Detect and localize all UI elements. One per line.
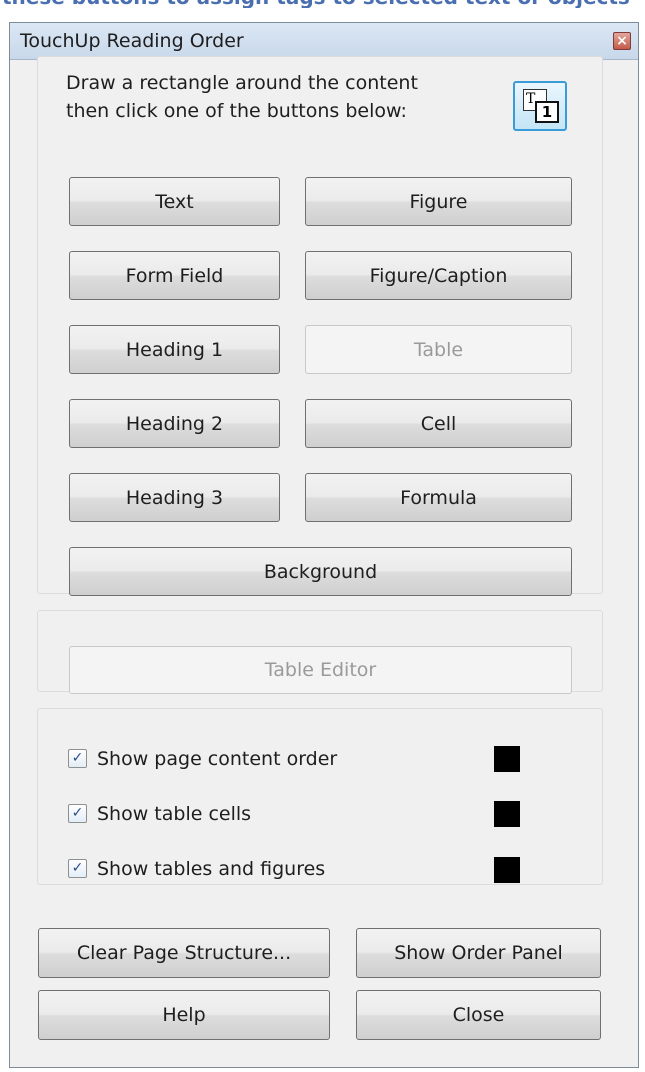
checkbox-show-table-cells[interactable]: ✓ [68,804,87,823]
tag-1-glyph: 1 [535,101,559,123]
figure-caption-button[interactable]: Figure/Caption [305,251,572,300]
heading-3-button[interactable]: Heading 3 [69,473,280,522]
heading-1-button[interactable]: Heading 1 [69,325,280,374]
show-order-panel-button[interactable]: Show Order Panel [356,928,601,978]
option-label: Show tables and figures [97,858,326,880]
title-bar[interactable]: TouchUp Reading Order × [10,23,638,60]
instructions-text: Draw a rectangle around the content then… [66,69,418,125]
table-cells-color-swatch[interactable] [494,801,520,827]
tables-and-figures-color-swatch[interactable] [494,857,520,883]
help-button[interactable]: Help [38,990,330,1040]
background-button[interactable]: Background [69,547,572,596]
close-icon[interactable]: × [613,32,631,50]
instructions-line-1: Draw a rectangle around the content [66,72,418,94]
checkbox-show-tables-and-figures[interactable]: ✓ [68,859,87,878]
form-field-button[interactable]: Form Field [69,251,280,300]
option-label: Show table cells [97,803,252,825]
table-button[interactable]: Table [305,325,572,374]
text-button[interactable]: Text [69,177,280,226]
table-editor-button[interactable]: Table Editor [69,646,572,694]
heading-2-button[interactable]: Heading 2 [69,399,280,448]
option-label: Show page content order [97,748,338,770]
page-content-order-color-swatch[interactable] [494,746,520,772]
checkbox-show-page-content-order[interactable]: ✓ [68,749,87,768]
close-button[interactable]: Close [356,990,601,1040]
figure-button[interactable]: Figure [305,177,572,226]
clear-page-structure-button[interactable]: Clear Page Structure... [38,928,330,978]
show-tag-icon[interactable]: T 1 [513,81,567,131]
background-caption: these buttons to assign tags to selected… [2,0,645,8]
formula-button[interactable]: Formula [305,473,572,522]
cell-button[interactable]: Cell [305,399,572,448]
instructions-line-2: then click one of the buttons below: [66,100,407,122]
dialog-title: TouchUp Reading Order [20,30,244,52]
